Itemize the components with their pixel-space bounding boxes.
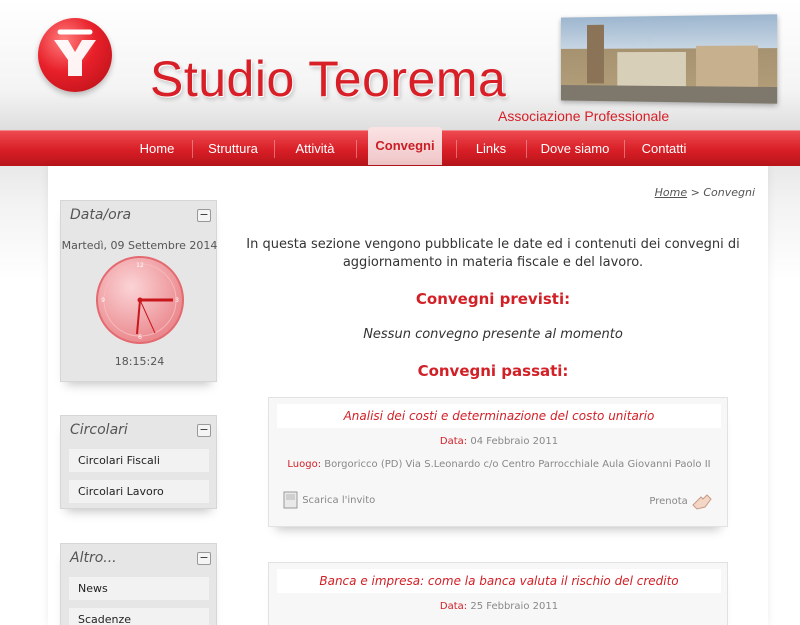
current-time: 18:15:24 bbox=[114, 355, 165, 368]
event-date-label: Data: bbox=[439, 436, 468, 447]
sidebar-item-news[interactable]: News bbox=[69, 577, 209, 600]
logo bbox=[38, 18, 112, 92]
download-invite-link[interactable]: Scarica l'invito bbox=[283, 491, 375, 509]
upcoming-empty-message: Nessun convegno presente al momento bbox=[363, 327, 623, 342]
document-icon bbox=[283, 491, 298, 509]
upcoming-title: Convegni previsti: bbox=[415, 290, 571, 308]
nav-contatti[interactable]: Contatti bbox=[628, 131, 700, 167]
event-place-label: Luogo: bbox=[287, 459, 322, 470]
event-place-value: Borgoricco (PD) Via S.Leonardo c/o Centr… bbox=[324, 459, 711, 470]
book-label: Prenota bbox=[649, 496, 688, 507]
circolari-box: Circolari − Circolari Fiscali Circolari … bbox=[60, 415, 217, 509]
circolari-minimize-button[interactable]: − bbox=[197, 424, 211, 437]
event-date-value: 04 Febbraio 2011 bbox=[470, 436, 559, 447]
nav-struttura[interactable]: Struttura bbox=[196, 131, 270, 167]
nav-convegni[interactable]: Convegni bbox=[368, 127, 442, 165]
altro-title: Altro... bbox=[70, 550, 117, 566]
breadcrumb-home-link[interactable]: Home bbox=[655, 186, 687, 199]
intro-text: In questa sezione vengono pubblicate le … bbox=[246, 237, 740, 270]
event-title: Analisi dei costi e determinazione del c… bbox=[277, 404, 721, 428]
logo-mark-icon bbox=[54, 29, 96, 76]
event-card: Analisi dei costi e determinazione del c… bbox=[268, 397, 728, 527]
svg-text:12: 12 bbox=[136, 262, 144, 269]
event-title: Banca e impresa: come la banca valuta il… bbox=[277, 569, 721, 593]
nav-dove-siamo[interactable]: Dove siamo bbox=[530, 131, 620, 167]
sidebar-item-scadenze[interactable]: Scadenze bbox=[69, 608, 209, 625]
header-photo bbox=[561, 14, 778, 104]
main-nav: Home Struttura Attività Convegni Links D… bbox=[0, 127, 800, 167]
svg-text:9: 9 bbox=[101, 297, 105, 304]
download-invite-label: Scarica l'invito bbox=[302, 495, 376, 506]
event-date-value: 25 Febbraio 2011 bbox=[470, 601, 559, 612]
event-date-label: Data: bbox=[439, 601, 468, 612]
altro-minimize-button[interactable]: − bbox=[197, 552, 211, 565]
svg-text:3: 3 bbox=[175, 297, 179, 304]
circolari-title: Circolari bbox=[70, 422, 128, 438]
sidebar-item-circolari-fiscali[interactable]: Circolari Fiscali bbox=[69, 449, 209, 472]
altro-box: Altro... − News Scadenze bbox=[60, 543, 217, 625]
event-place: Luogo: Borgoricco (PD) Via S.Leonardo c/… bbox=[269, 459, 729, 470]
breadcrumb-separator: > bbox=[690, 186, 700, 199]
pointing-hand-icon bbox=[692, 494, 712, 510]
event-date: Data: 04 Febbraio 2011 bbox=[269, 436, 729, 447]
event-date: Data: 25 Febbraio 2011 bbox=[269, 601, 729, 612]
brand-subtitle: Associazione Professionale bbox=[498, 108, 670, 124]
datetime-minimize-button[interactable]: − bbox=[197, 209, 211, 222]
nav-home[interactable]: Home bbox=[126, 131, 188, 167]
analog-clock-icon: 12 3 6 9 bbox=[96, 256, 184, 344]
svg-text:6: 6 bbox=[138, 334, 142, 341]
brand-name: Studio Teorema bbox=[150, 51, 507, 107]
nav-links[interactable]: Links bbox=[460, 131, 522, 167]
current-date: Martedì, 09 Settembre 2014 bbox=[61, 239, 218, 252]
datetime-title: Data/ora bbox=[70, 207, 132, 223]
datetime-box: Data/ora − Martedì, 09 Settembre 2014 12… bbox=[60, 200, 217, 382]
past-title: Convegni passati: bbox=[417, 362, 569, 380]
book-link[interactable]: Prenota bbox=[649, 491, 713, 511]
breadcrumb-current: Convegni bbox=[703, 186, 755, 199]
sidebar-item-circolari-lavoro[interactable]: Circolari Lavoro bbox=[69, 480, 209, 503]
nav-attivita[interactable]: Attività bbox=[278, 131, 352, 167]
breadcrumb: Home > Convegni bbox=[655, 186, 755, 199]
event-card: Banca e impresa: come la banca valuta il… bbox=[268, 562, 728, 625]
